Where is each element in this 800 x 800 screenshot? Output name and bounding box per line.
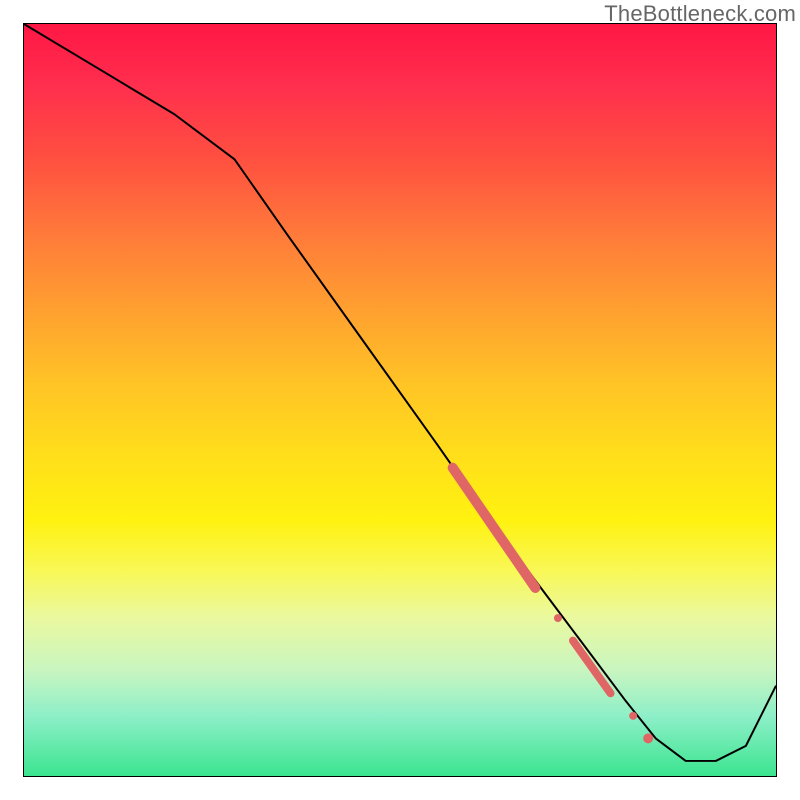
bottleneck-line — [24, 24, 776, 761]
chart-container: TheBottleneck.com — [0, 0, 800, 800]
plot-area — [23, 23, 777, 777]
curve-svg — [24, 24, 776, 776]
highlight-segment — [453, 468, 536, 588]
highlight-dot — [629, 712, 637, 720]
highlight-dot — [554, 614, 562, 622]
highlight-segment — [573, 641, 611, 694]
highlight-dot — [643, 733, 653, 743]
